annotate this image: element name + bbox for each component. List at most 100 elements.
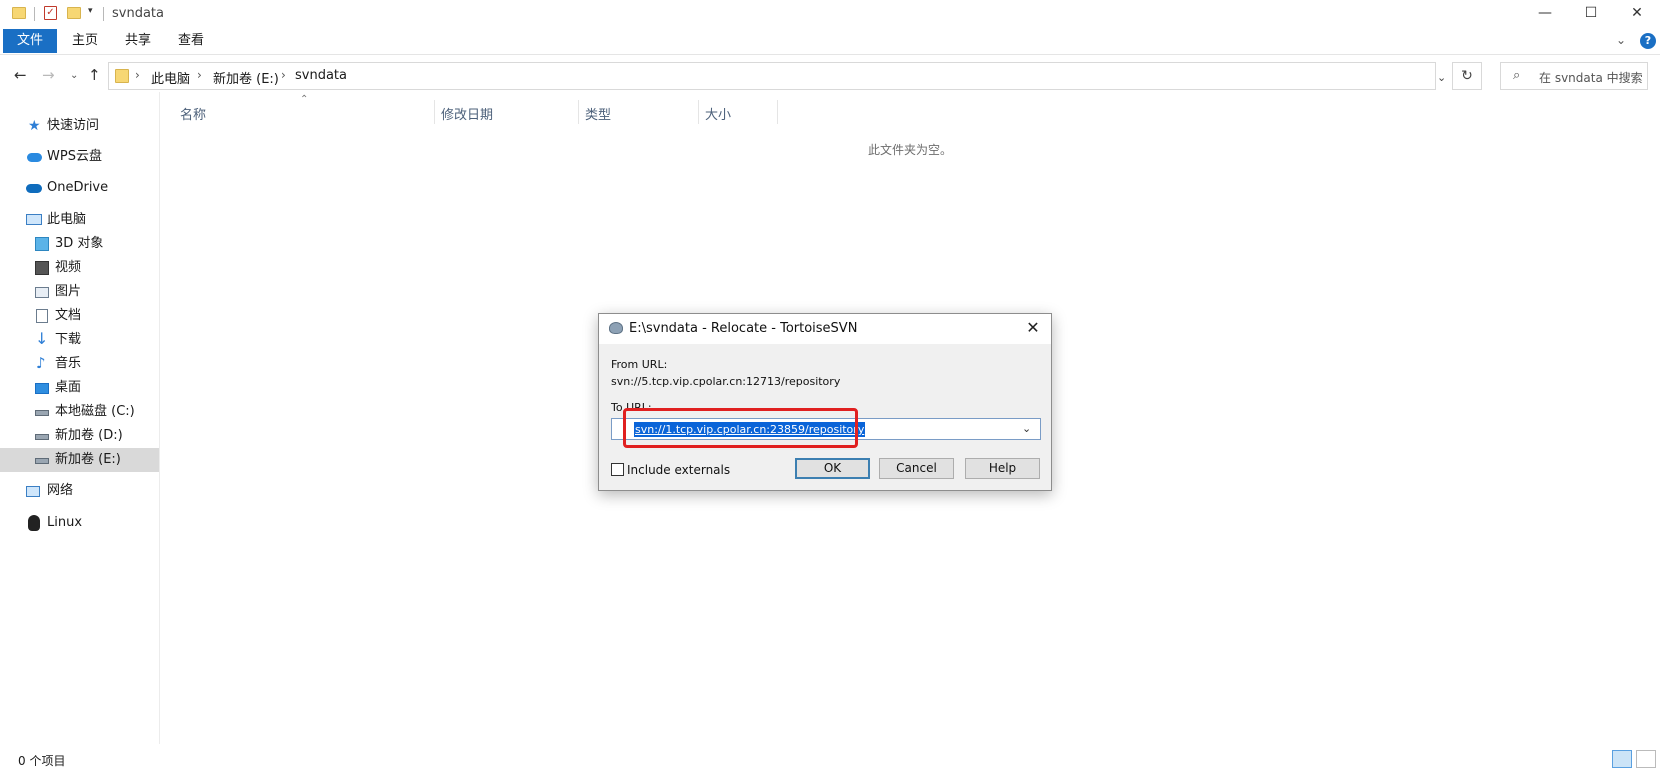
desktop-icon	[35, 383, 49, 394]
from-url-value: svn://5.tcp.vip.cpolar.cn:12713/reposito…	[611, 375, 841, 388]
customize-toolbar-icon[interactable]: ▾	[88, 6, 93, 24]
search-icon: ⌕	[1513, 68, 1521, 83]
onedrive-icon	[26, 184, 42, 193]
up-arrow-icon[interactable]: ↑	[88, 66, 101, 84]
sort-ascending-icon: ⌃	[300, 94, 309, 105]
chevron-right-icon[interactable]: ›	[281, 68, 286, 82]
sidebar-item-wps-cloud[interactable]: WPS云盘	[0, 145, 159, 169]
toolbar-separator	[34, 7, 35, 21]
column-date-modified[interactable]: 修改日期	[441, 104, 493, 123]
video-icon	[35, 261, 49, 275]
forward-arrow-icon[interactable]: →	[42, 66, 55, 84]
column-divider[interactable]	[777, 100, 778, 124]
to-url-label: To URL:	[611, 401, 652, 414]
breadcrumb-drive-e[interactable]: 新加卷 (E:)	[213, 68, 279, 87]
maximize-button[interactable]: ☐	[1568, 0, 1614, 28]
include-externals-label[interactable]: Include externals	[627, 463, 730, 477]
sidebar-item-quick-access[interactable]: ★ 快速访问	[0, 114, 159, 138]
navigation-bar: ← → ⌄ ↑ › 此电脑 › 新加卷 (E:) › svndata ⌄ ↻ ⌕…	[0, 60, 1660, 92]
cancel-button[interactable]: Cancel	[879, 458, 954, 479]
chevron-right-icon[interactable]: ›	[135, 68, 140, 82]
large-icons-view-icon[interactable]	[1636, 750, 1656, 768]
details-view-icon[interactable]	[1612, 750, 1632, 768]
expand-ribbon-icon[interactable]: ⌄	[1616, 33, 1626, 47]
sidebar-item-videos[interactable]: 视频	[0, 256, 159, 280]
folder-icon[interactable]	[12, 7, 26, 19]
sidebar-item-drive-d[interactable]: 新加卷 (D:)	[0, 424, 159, 448]
sidebar-item-drive-c[interactable]: 本地磁盘 (C:)	[0, 400, 159, 424]
column-divider[interactable]	[434, 100, 435, 124]
sidebar-item-label: 本地磁盘 (C:)	[55, 404, 135, 419]
sidebar-item-label: 音乐	[55, 356, 82, 371]
column-divider[interactable]	[578, 100, 579, 124]
column-name[interactable]: 名称	[180, 104, 206, 123]
sidebar-item-desktop[interactable]: 桌面	[0, 376, 159, 400]
window-title: svndata	[112, 6, 164, 21]
title-bar: ✓ ▾ svndata — ☐ ✕	[0, 0, 1660, 28]
cube-icon	[35, 237, 49, 251]
help-button[interactable]: Help	[965, 458, 1040, 479]
address-bar[interactable]: › 此电脑 › 新加卷 (E:) › svndata ⌄	[108, 62, 1446, 90]
sidebar-item-music[interactable]: ♪ 音乐	[0, 352, 159, 376]
to-url-input[interactable]: svn://1.tcp.vip.cpolar.cn:23859/reposito…	[634, 422, 866, 437]
search-placeholder: 在 svndata 中搜索	[1539, 71, 1643, 85]
minimize-button[interactable]: —	[1522, 0, 1568, 28]
sidebar-item-3d-objects[interactable]: 3D 对象	[0, 232, 159, 256]
properties-icon[interactable]: ✓	[44, 6, 57, 20]
sidebar-item-label: 新加卷 (E:)	[55, 452, 121, 467]
from-url-label: From URL:	[611, 358, 668, 371]
sidebar-item-onedrive[interactable]: OneDrive	[0, 176, 159, 200]
to-url-combobox[interactable]: svn://1.tcp.vip.cpolar.cn:23859/reposito…	[611, 418, 1041, 440]
breadcrumb-this-pc[interactable]: 此电脑	[151, 68, 190, 87]
sidebar-item-pictures[interactable]: 图片	[0, 280, 159, 304]
sidebar-item-linux[interactable]: Linux	[0, 511, 159, 535]
breadcrumb-svndata[interactable]: svndata	[295, 68, 347, 83]
document-icon	[36, 309, 48, 323]
sidebar-item-label: 下载	[55, 332, 82, 347]
tab-home[interactable]: 主页	[60, 29, 110, 53]
search-input[interactable]: ⌕ 在 svndata 中搜索	[1500, 62, 1648, 90]
tab-view[interactable]: 查看	[166, 29, 216, 53]
column-divider[interactable]	[698, 100, 699, 124]
sidebar-item-documents[interactable]: 文档	[0, 304, 159, 328]
computer-icon	[26, 214, 42, 225]
new-folder-icon[interactable]	[67, 7, 81, 19]
tab-file[interactable]: 文件	[3, 29, 57, 53]
sidebar-item-label: 新加卷 (D:)	[55, 428, 123, 443]
recent-locations-icon[interactable]: ⌄	[70, 70, 78, 81]
network-icon	[26, 486, 40, 497]
sidebar-item-this-pc[interactable]: 此电脑	[0, 208, 159, 232]
relocate-dialog: E:\svndata - Relocate - TortoiseSVN ✕ Fr…	[598, 313, 1052, 491]
sidebar-item-label: 视频	[55, 260, 82, 275]
tortoisesvn-icon	[609, 322, 623, 334]
tab-share[interactable]: 共享	[113, 29, 163, 53]
column-size[interactable]: 大小	[705, 104, 731, 123]
sidebar-item-label: OneDrive	[47, 180, 109, 195]
sidebar-item-network[interactable]: 网络	[0, 479, 159, 503]
dialog-close-button[interactable]: ✕	[1019, 318, 1047, 340]
sidebar-item-label: 3D 对象	[55, 236, 104, 251]
drive-icon	[35, 434, 49, 440]
star-icon: ★	[28, 118, 41, 134]
close-button[interactable]: ✕	[1614, 0, 1660, 28]
folder-icon	[115, 69, 129, 83]
music-icon: ♪	[36, 354, 46, 372]
sidebar-item-label: 网络	[47, 483, 74, 498]
drive-c-icon	[35, 410, 49, 416]
linux-icon	[28, 515, 40, 531]
sidebar-item-label: Linux	[47, 515, 83, 530]
back-arrow-icon[interactable]: ←	[14, 66, 27, 84]
drive-icon	[35, 458, 49, 464]
sidebar-item-downloads[interactable]: ↓ 下载	[0, 328, 159, 352]
ok-button[interactable]: OK	[795, 458, 870, 479]
file-list-header: ⌃ 名称 修改日期 类型 大小	[165, 94, 1660, 124]
chevron-down-icon[interactable]: ⌄	[1022, 422, 1031, 435]
chevron-right-icon[interactable]: ›	[197, 68, 202, 82]
sidebar-item-drive-e[interactable]: 新加卷 (E:)	[0, 448, 159, 472]
column-type[interactable]: 类型	[585, 104, 611, 123]
address-history-icon[interactable]: ⌄	[1437, 71, 1446, 84]
dialog-title-bar: E:\svndata - Relocate - TortoiseSVN ✕	[599, 314, 1051, 344]
refresh-button[interactable]: ↻	[1452, 62, 1482, 90]
help-icon[interactable]: ?	[1640, 33, 1656, 49]
include-externals-checkbox[interactable]	[611, 463, 624, 476]
